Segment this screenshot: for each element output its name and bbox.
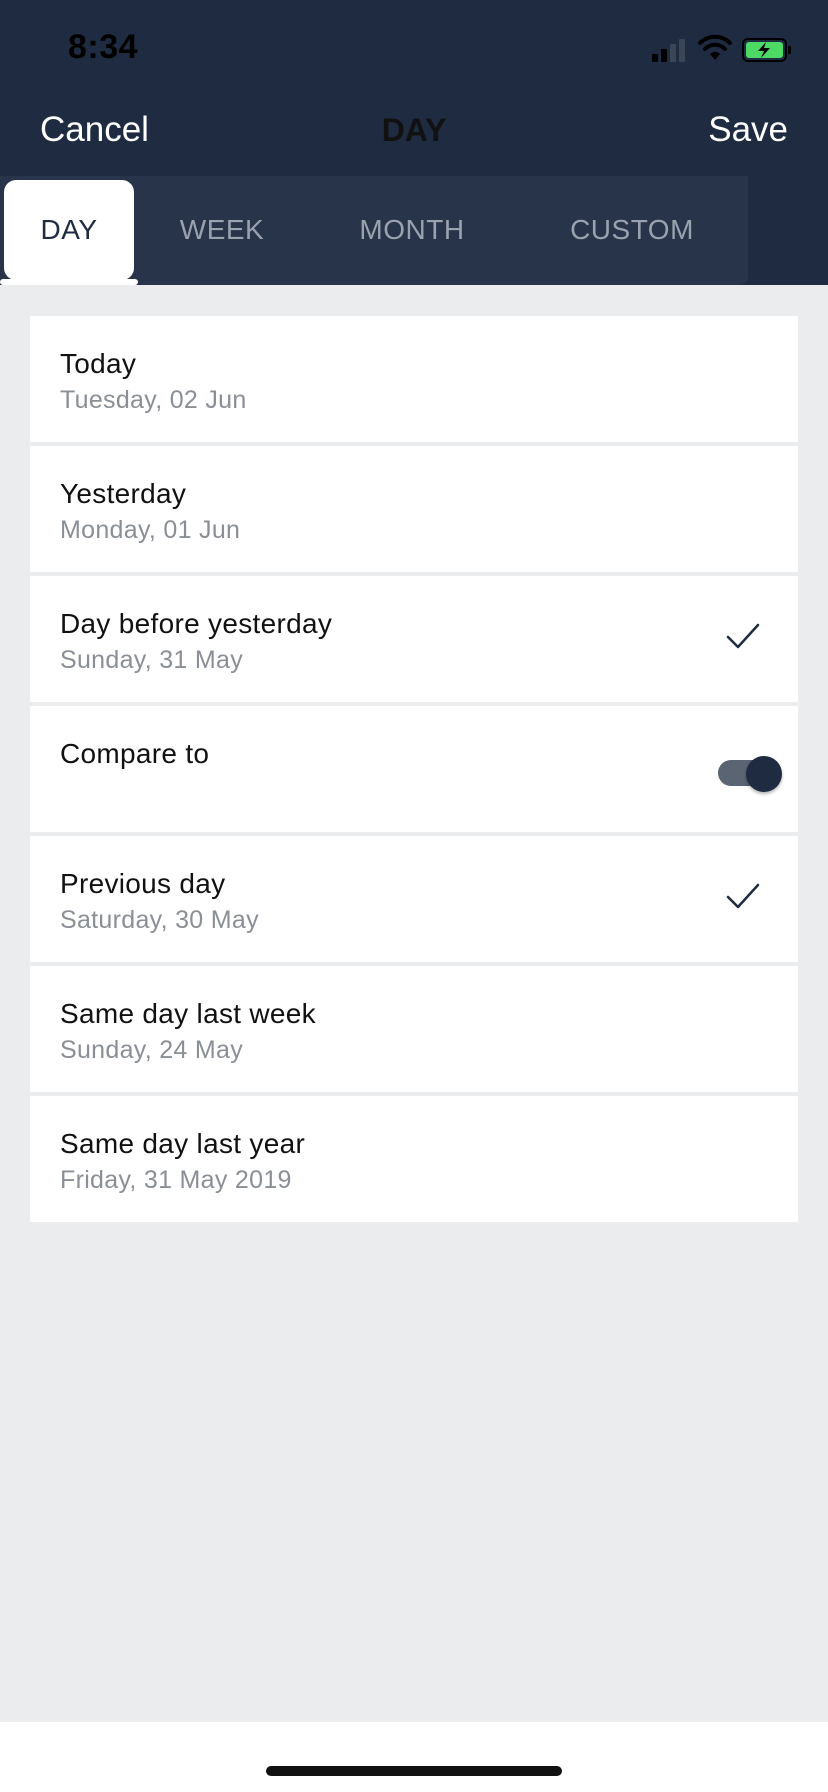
option-yesterday[interactable]: Yesterday Monday, 01 Jun: [30, 446, 798, 572]
option-title: Yesterday: [60, 478, 187, 509]
compare-label: Compare to: [60, 738, 210, 769]
option-previous-day[interactable]: Previous day Saturday, 30 May: [30, 836, 798, 962]
active-tab-indicator: [0, 279, 138, 285]
navigation-bar: Cancel DAY Save: [0, 100, 828, 176]
option-day-before-yesterday[interactable]: Day before yesterday Sunday, 31 May: [30, 576, 798, 702]
tab-week[interactable]: WEEK: [152, 180, 292, 280]
option-subtitle: Tuesday, 02 Jun: [60, 386, 247, 414]
option-same-day-last-year[interactable]: Same day last year Friday, 31 May 2019: [30, 1096, 798, 1222]
option-subtitle: Sunday, 24 May: [60, 1036, 244, 1064]
option-today[interactable]: Today Tuesday, 02 Jun: [30, 316, 798, 442]
option-subtitle: Sunday, 31 May: [60, 646, 244, 674]
option-subtitle: Monday, 01 Jun: [60, 516, 241, 544]
tab-custom[interactable]: CUSTOM: [556, 180, 708, 280]
option-title: Same day last week: [60, 998, 316, 1029]
status-bar: 8:34: [0, 0, 828, 100]
date-options-list: Today Tuesday, 02 Jun Yesterday Monday, …: [30, 316, 798, 1226]
option-subtitle: Friday, 31 May 2019: [60, 1166, 292, 1194]
option-title: Today: [60, 348, 137, 379]
option-title: Same day last year: [60, 1128, 306, 1159]
checkmark-icon: [726, 883, 760, 909]
option-subtitle: Saturday, 30 May: [60, 906, 259, 934]
option-title: Day before yesterday: [60, 608, 333, 639]
home-indicator-area: [0, 1722, 828, 1792]
checkmark-icon: [726, 623, 760, 649]
option-same-day-last-week[interactable]: Same day last week Sunday, 24 May: [30, 966, 798, 1092]
save-button[interactable]: Save: [708, 110, 788, 150]
cellular-signal-icon: [652, 39, 685, 62]
compare-toggle[interactable]: [718, 756, 782, 792]
status-time: 8:34: [68, 28, 139, 66]
home-indicator[interactable]: [266, 1766, 562, 1776]
tab-month[interactable]: MONTH: [340, 180, 484, 280]
header-area: 8:34 Cancel DAY Save DAY WEEK MONTH CUST…: [0, 0, 828, 285]
cancel-button[interactable]: Cancel: [40, 110, 149, 150]
toggle-knob: [746, 756, 782, 792]
battery-charging-icon: [742, 38, 791, 62]
compare-to-row: Compare to: [30, 706, 798, 832]
wifi-icon: [698, 34, 732, 60]
tab-day[interactable]: DAY: [4, 180, 134, 280]
period-tabs: DAY WEEK MONTH CUSTOM: [0, 176, 828, 285]
option-title: Previous day: [60, 868, 226, 899]
